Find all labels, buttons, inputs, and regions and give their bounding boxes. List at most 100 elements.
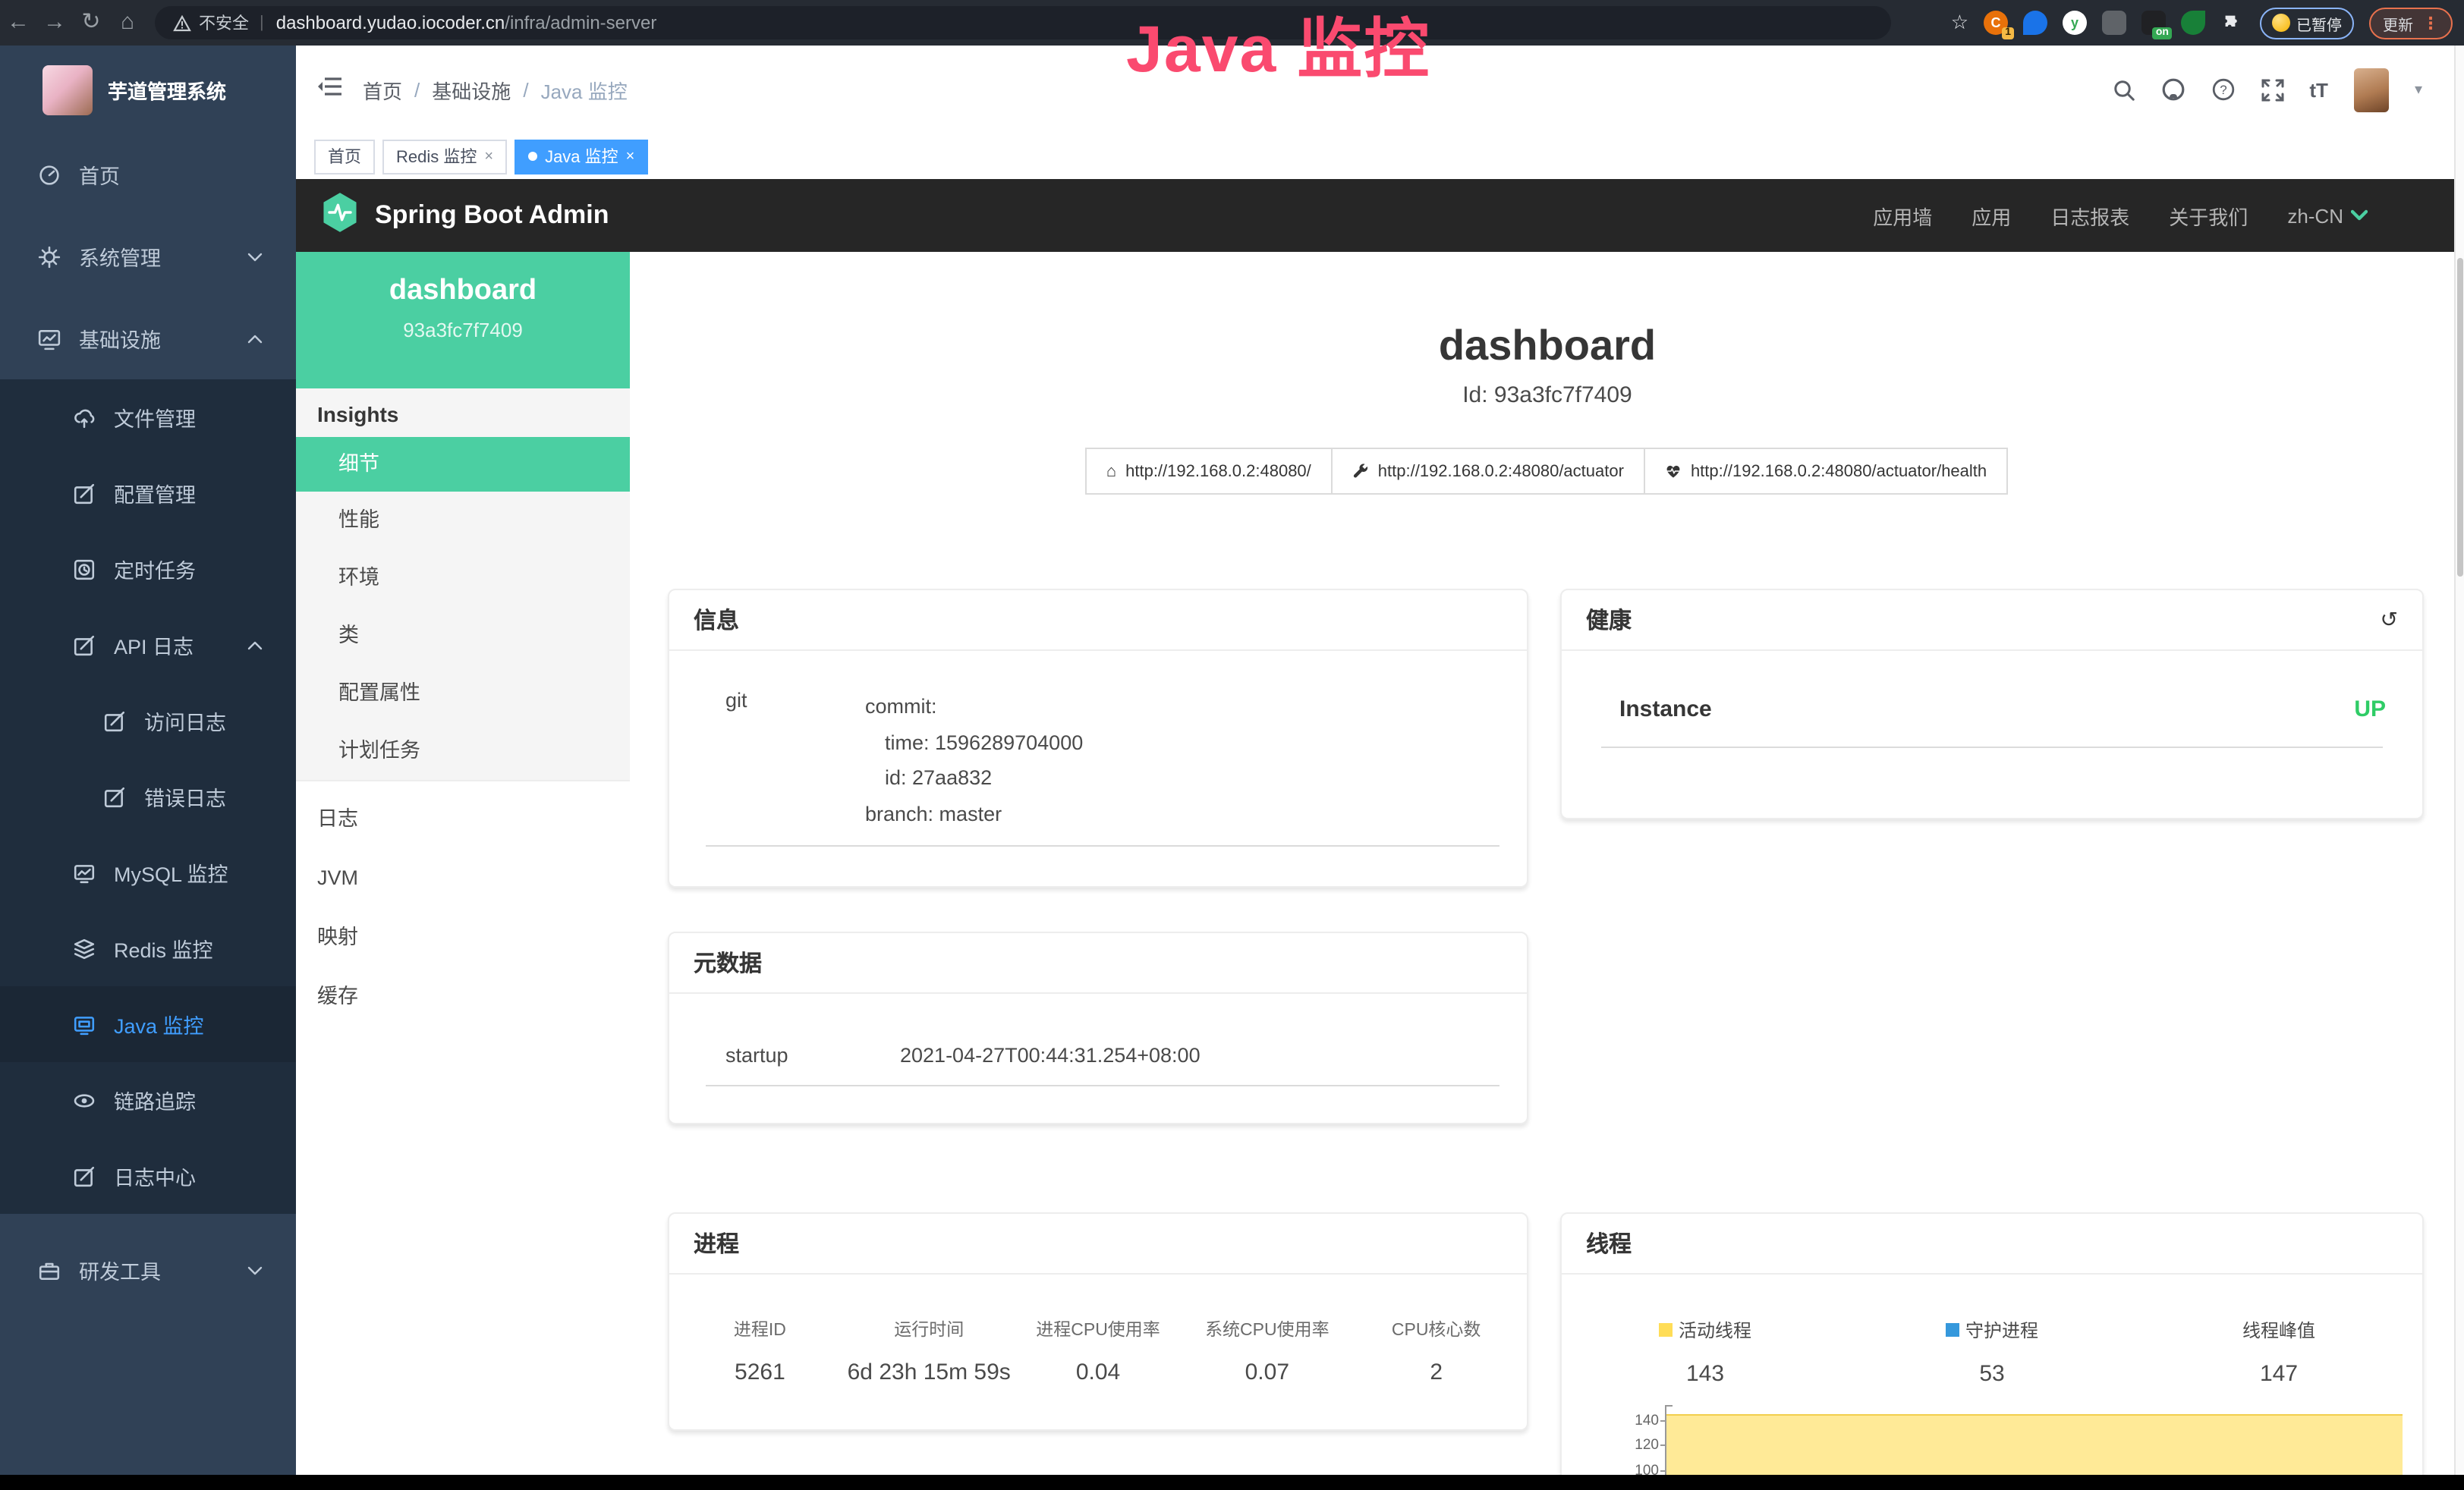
search-icon[interactable] xyxy=(2112,78,2135,101)
browser-forward-icon[interactable]: → xyxy=(36,0,73,46)
sba-item-mappings[interactable]: 映射 xyxy=(296,907,630,967)
separator: | xyxy=(260,14,264,32)
browser-update-button[interactable]: 更新 ⋮ xyxy=(2369,7,2453,39)
instance-header[interactable]: dashboard 93a3fc7f7409 xyxy=(296,252,630,388)
sba-item-details[interactable]: 细节 xyxy=(296,437,630,492)
sba-item-config-props[interactable]: 配置属性 xyxy=(296,665,630,722)
tab-redis-monitor[interactable]: Redis 监控 × xyxy=(382,139,507,174)
tab-close-icon[interactable]: × xyxy=(626,148,635,165)
sba-item-environment[interactable]: 环境 xyxy=(296,549,630,607)
service-url-button[interactable]: ⌂ http://192.168.0.2:48080/ xyxy=(1085,448,1333,495)
sba-brand[interactable]: Spring Boot Admin xyxy=(375,200,609,231)
process-uptime: 运行时间 6d 23h 15m 59s xyxy=(845,1317,1014,1385)
service-url: http://192.168.0.2:48080/ xyxy=(1125,462,1311,480)
tab-label: Java 监控 xyxy=(545,144,618,168)
divider xyxy=(706,845,1499,847)
tab-home[interactable]: 首页 xyxy=(314,139,375,174)
daemon-threads: 守护进程 53 xyxy=(1849,1317,2135,1387)
layers-icon xyxy=(73,937,96,960)
help-icon[interactable]: ? xyxy=(2211,77,2235,102)
browser-reload-icon[interactable]: ↻ xyxy=(73,0,109,46)
sba-nav-applications[interactable]: 应用 xyxy=(1972,201,2011,230)
app-logo-row[interactable]: 芋道管理系统 xyxy=(0,46,296,134)
sidebar-item-dev-tools[interactable]: 研发工具 xyxy=(0,1229,296,1311)
breadcrumb-home[interactable]: 首页 xyxy=(363,75,402,104)
sba-item-jvm[interactable]: JVM xyxy=(296,848,630,907)
switch-extension-icon[interactable]: on xyxy=(2141,11,2166,35)
sidebar-item-mysql-monitor[interactable]: MySQL 监控 xyxy=(0,835,296,910)
chevron-up-icon xyxy=(247,333,263,344)
stat-label: 守护进程 xyxy=(1965,1317,2038,1343)
sidebar-item-home[interactable]: 首页 xyxy=(0,134,296,215)
sidebar-item-label: 访问日志 xyxy=(144,706,226,736)
sidebar-item-label: 日志中心 xyxy=(114,1161,196,1191)
sidebar-item-config-manage[interactable]: 配置管理 xyxy=(0,455,296,531)
paused-profile-chip[interactable]: 已暂停 xyxy=(2260,7,2354,39)
pin-extension-icon[interactable] xyxy=(2023,11,2047,35)
sba-item-classes[interactable]: 类 xyxy=(296,607,630,665)
extension-icon[interactable]: C1 xyxy=(1984,11,2008,35)
sba-item-metrics[interactable]: 性能 xyxy=(296,492,630,549)
sba-nav-wallboard[interactable]: 应用墙 xyxy=(1873,201,1932,230)
cpu-cores: CPU核心数 2 xyxy=(1352,1317,1521,1385)
sidebar-item-error-log[interactable]: 错误日志 xyxy=(0,759,296,835)
stat-label: 系统CPU使用率 xyxy=(1182,1317,1352,1341)
font-size-icon[interactable]: tT xyxy=(2309,78,2328,101)
chevron-down-icon xyxy=(2351,209,2368,222)
y-extension-icon[interactable]: y xyxy=(2063,11,2087,35)
instance-id: 93a3fc7f7409 xyxy=(296,319,630,341)
sba-logo-icon[interactable] xyxy=(320,190,360,240)
sba-item-scheduled-tasks[interactable]: 计划任务 xyxy=(296,722,630,780)
divider xyxy=(706,1085,1499,1086)
stat-value: 5261 xyxy=(675,1360,845,1385)
tab-close-icon[interactable]: × xyxy=(484,148,493,165)
sidebar-item-access-log[interactable]: 访问日志 xyxy=(0,683,296,759)
leaf-extension-icon[interactable] xyxy=(2181,11,2205,35)
sba-nav-about[interactable]: 关于我们 xyxy=(2169,201,2248,230)
sidebar-item-system[interactable]: 系统管理 xyxy=(0,215,296,297)
browser-home-icon[interactable]: ⌂ xyxy=(109,0,146,46)
sidebar-item-log-center[interactable]: 日志中心 xyxy=(0,1138,296,1214)
card-title: 健康 xyxy=(1586,604,1632,636)
url-path[interactable]: /infra/admin-server xyxy=(505,12,656,33)
collapse-sidebar-icon[interactable] xyxy=(317,74,341,105)
sba-item-logs[interactable]: 日志 xyxy=(296,789,630,848)
sidebar-item-infra[interactable]: 基础设施 xyxy=(0,297,296,379)
scrollbar-thumb[interactable] xyxy=(2457,258,2463,577)
address-bar[interactable]: 不安全 | dashboard.yudao.iocoder.cn/infra/a… xyxy=(155,6,1891,39)
url-host[interactable]: dashboard.yudao.iocoder.cn xyxy=(276,12,505,33)
fullscreen-icon[interactable] xyxy=(2261,78,2283,101)
puzzle-extension-icon[interactable] xyxy=(2220,11,2245,35)
sidebar-item-file-manage[interactable]: 文件管理 xyxy=(0,379,296,455)
sba-item-caches[interactable]: 缓存 xyxy=(296,967,630,1026)
scrollbar[interactable] xyxy=(2454,46,2464,1475)
caret-down-icon[interactable]: ▾ xyxy=(2415,81,2422,98)
health-url-button[interactable]: http://192.168.0.2:48080/actuator/health xyxy=(1644,448,2008,495)
edit-square-icon xyxy=(73,633,96,656)
sba-sidebar: dashboard 93a3fc7f7409 Insights 细节 性能 环境… xyxy=(296,252,631,1490)
sidebar-item-label: 首页 xyxy=(79,159,120,190)
sidebar-item-scheduled-jobs[interactable]: 定时任务 xyxy=(0,531,296,607)
sba-locale-select[interactable]: zh-CN xyxy=(2287,204,2368,227)
history-icon[interactable]: ↺ xyxy=(2381,607,2398,633)
detail-header: dashboard Id: 93a3fc7f7409 ⌂ http://192.… xyxy=(630,322,2464,495)
bookmark-star-icon[interactable]: ☆ xyxy=(1951,11,1968,35)
wrench-icon xyxy=(1352,463,1369,479)
breadcrumb-current: Java 监控 xyxy=(541,75,628,104)
sidebar-item-api-log[interactable]: API 日志 xyxy=(0,607,296,683)
sidebar-item-label: 研发工具 xyxy=(79,1255,161,1285)
user-avatar[interactable] xyxy=(2354,68,2389,112)
sidebar-item-java-monitor[interactable]: Java 监控 xyxy=(0,986,296,1062)
y-tick: 140 xyxy=(1580,1413,1659,1429)
breadcrumb-infra[interactable]: 基础设施 xyxy=(432,75,511,104)
grid-extension-icon[interactable] xyxy=(2102,11,2126,35)
actuator-url-button[interactable]: http://192.168.0.2:48080/actuator xyxy=(1331,448,1645,495)
github-icon[interactable] xyxy=(2160,77,2185,102)
kebab-menu-icon[interactable]: ⋮ xyxy=(2422,13,2439,33)
sba-nav-journal[interactable]: 日志报表 xyxy=(2050,201,2129,230)
sidebar-item-redis-monitor[interactable]: Redis 监控 xyxy=(0,910,296,986)
tab-java-monitor[interactable]: Java 监控 × xyxy=(515,139,648,174)
browser-back-icon[interactable]: ← xyxy=(0,0,36,46)
security-label[interactable]: 不安全 xyxy=(199,11,249,35)
sidebar-item-tracing[interactable]: 链路追踪 xyxy=(0,1062,296,1138)
